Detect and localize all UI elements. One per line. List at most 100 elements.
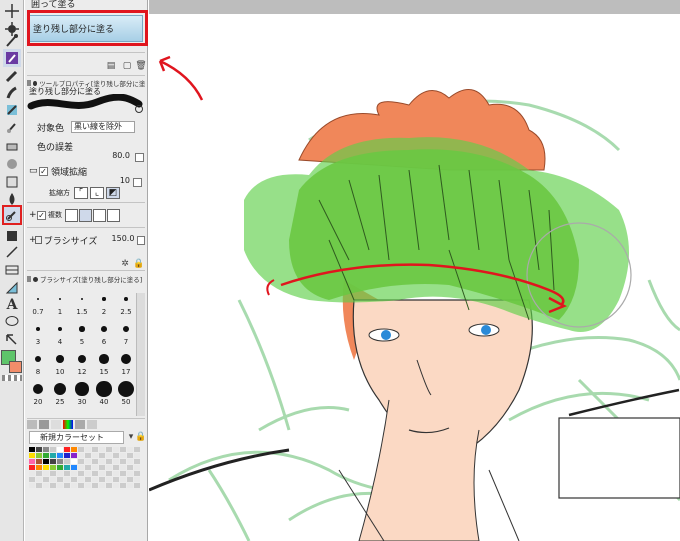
color-swatch[interactable] bbox=[99, 453, 105, 458]
color-swatch[interactable] bbox=[92, 447, 98, 452]
color-swatch[interactable] bbox=[50, 465, 56, 470]
brush-size-preset-dot[interactable] bbox=[96, 381, 112, 397]
color-swatch[interactable] bbox=[50, 453, 56, 458]
color-swatch[interactable] bbox=[120, 471, 126, 476]
brush-size-preset-dot[interactable] bbox=[75, 382, 89, 396]
color-swatch[interactable] bbox=[106, 483, 112, 488]
subtool-settings-icon[interactable]: ▤ bbox=[105, 60, 117, 72]
color-tab-intermediate[interactable] bbox=[75, 420, 85, 429]
color-swatch[interactable] bbox=[106, 477, 112, 482]
brush-size-preset-dot[interactable] bbox=[99, 354, 109, 364]
color-swatch[interactable] bbox=[78, 465, 84, 470]
color-swatch[interactable] bbox=[43, 447, 49, 452]
color-swatch[interactable] bbox=[134, 447, 140, 452]
color-swatch[interactable] bbox=[120, 453, 126, 458]
brush-size-preset-dot[interactable] bbox=[32, 383, 44, 395]
color-swatch[interactable] bbox=[36, 465, 42, 470]
color-swatch[interactable] bbox=[36, 471, 42, 476]
color-swatch[interactable] bbox=[113, 471, 119, 476]
scaling-method-round-icon[interactable]: ⌞ bbox=[90, 187, 104, 199]
color-margin-spin[interactable] bbox=[135, 152, 144, 162]
color-swatch[interactable] bbox=[134, 471, 140, 476]
color-swatch[interactable] bbox=[85, 477, 91, 482]
brush-size-preset-dot[interactable] bbox=[54, 383, 66, 395]
ref-selected-layer-icon[interactable] bbox=[93, 208, 106, 222]
brush-size-preset-dot[interactable] bbox=[122, 325, 130, 333]
color-swatch[interactable] bbox=[36, 459, 42, 464]
lock-icon[interactable]: 🔒 bbox=[133, 258, 145, 270]
scaling-method-square-icon[interactable]: ⌜ bbox=[74, 187, 88, 199]
color-swatch[interactable] bbox=[134, 465, 140, 470]
color-tab-slider[interactable] bbox=[39, 420, 49, 429]
color-swatch[interactable] bbox=[99, 477, 105, 482]
color-swatch[interactable] bbox=[57, 465, 63, 470]
color-swatch[interactable] bbox=[64, 483, 70, 488]
blend-icon[interactable] bbox=[3, 155, 21, 173]
color-swatch[interactable] bbox=[134, 453, 140, 458]
color-swatch[interactable] bbox=[29, 447, 35, 452]
airbrush-icon[interactable] bbox=[3, 101, 21, 119]
color-swatch[interactable] bbox=[57, 483, 63, 488]
color-swatch[interactable] bbox=[127, 465, 133, 470]
color-swatch[interactable] bbox=[85, 483, 91, 488]
eyedropper-icon[interactable] bbox=[3, 31, 21, 49]
decoration-icon[interactable] bbox=[3, 119, 21, 137]
color-tab-similar[interactable] bbox=[87, 420, 97, 429]
color-swatch[interactable] bbox=[43, 465, 49, 470]
brush-size-preset-dot[interactable] bbox=[58, 297, 62, 301]
sub-color-swatch[interactable] bbox=[9, 361, 22, 373]
color-swatch[interactable] bbox=[43, 483, 49, 488]
color-swatch[interactable] bbox=[85, 459, 91, 464]
transparent-color-swatch[interactable] bbox=[2, 375, 22, 381]
color-swatch[interactable] bbox=[127, 471, 133, 476]
color-swatch[interactable] bbox=[57, 459, 63, 464]
color-margin-value[interactable]: 80.0 bbox=[99, 151, 133, 163]
color-swatch[interactable] bbox=[43, 477, 49, 482]
color-swatch[interactable] bbox=[106, 453, 112, 458]
ref-all-layers-icon[interactable] bbox=[65, 208, 78, 222]
color-swatch[interactable] bbox=[78, 483, 84, 488]
color-swatch[interactable] bbox=[120, 483, 126, 488]
color-swatch[interactable] bbox=[85, 465, 91, 470]
color-swatch[interactable] bbox=[92, 477, 98, 482]
color-swatch[interactable] bbox=[113, 459, 119, 464]
color-swatch[interactable] bbox=[85, 471, 91, 476]
frame-icon[interactable] bbox=[3, 261, 21, 279]
pen-icon[interactable] bbox=[3, 49, 21, 67]
brush-size-preset-dot[interactable] bbox=[35, 326, 41, 332]
brush-size-preset-dot[interactable] bbox=[117, 380, 135, 398]
color-swatch[interactable] bbox=[113, 483, 119, 488]
color-swatch[interactable] bbox=[50, 483, 56, 488]
color-swatch[interactable] bbox=[113, 453, 119, 458]
brush-size-preset-dot[interactable] bbox=[36, 297, 39, 300]
color-swatch[interactable] bbox=[99, 459, 105, 464]
color-swatch[interactable] bbox=[57, 447, 63, 452]
fill-icon[interactable] bbox=[3, 173, 21, 191]
new-subtool-icon[interactable]: ▢ bbox=[121, 60, 133, 72]
color-swatch[interactable] bbox=[50, 459, 56, 464]
color-swatch[interactable] bbox=[36, 477, 42, 482]
color-swatch[interactable] bbox=[78, 453, 84, 458]
color-swatch[interactable] bbox=[134, 459, 140, 464]
color-swatch[interactable] bbox=[71, 459, 77, 464]
color-swatch[interactable] bbox=[57, 477, 63, 482]
color-swatch[interactable] bbox=[120, 447, 126, 452]
color-swatch[interactable] bbox=[127, 459, 133, 464]
color-swatch[interactable] bbox=[71, 471, 77, 476]
color-swatch[interactable] bbox=[64, 453, 70, 458]
brush-size-preset-dot[interactable] bbox=[102, 297, 106, 301]
color-swatch[interactable] bbox=[50, 471, 56, 476]
color-swatch[interactable] bbox=[127, 447, 133, 452]
color-swatch[interactable] bbox=[92, 459, 98, 464]
color-swatch[interactable] bbox=[64, 471, 70, 476]
scaling-method-darkest-icon[interactable]: ◩ bbox=[106, 187, 120, 199]
color-swatch[interactable] bbox=[127, 483, 133, 488]
color-swatch[interactable] bbox=[64, 447, 70, 452]
eraser-icon[interactable] bbox=[3, 137, 21, 155]
brush-size-preset-dot[interactable] bbox=[77, 354, 87, 364]
color-set-select[interactable]: 新規カラーセット bbox=[29, 431, 124, 444]
ruler-icon[interactable] bbox=[3, 279, 21, 297]
color-tab-set[interactable] bbox=[51, 420, 61, 429]
canvas[interactable] bbox=[149, 0, 680, 541]
brush-size-preset-dot[interactable] bbox=[124, 297, 128, 301]
